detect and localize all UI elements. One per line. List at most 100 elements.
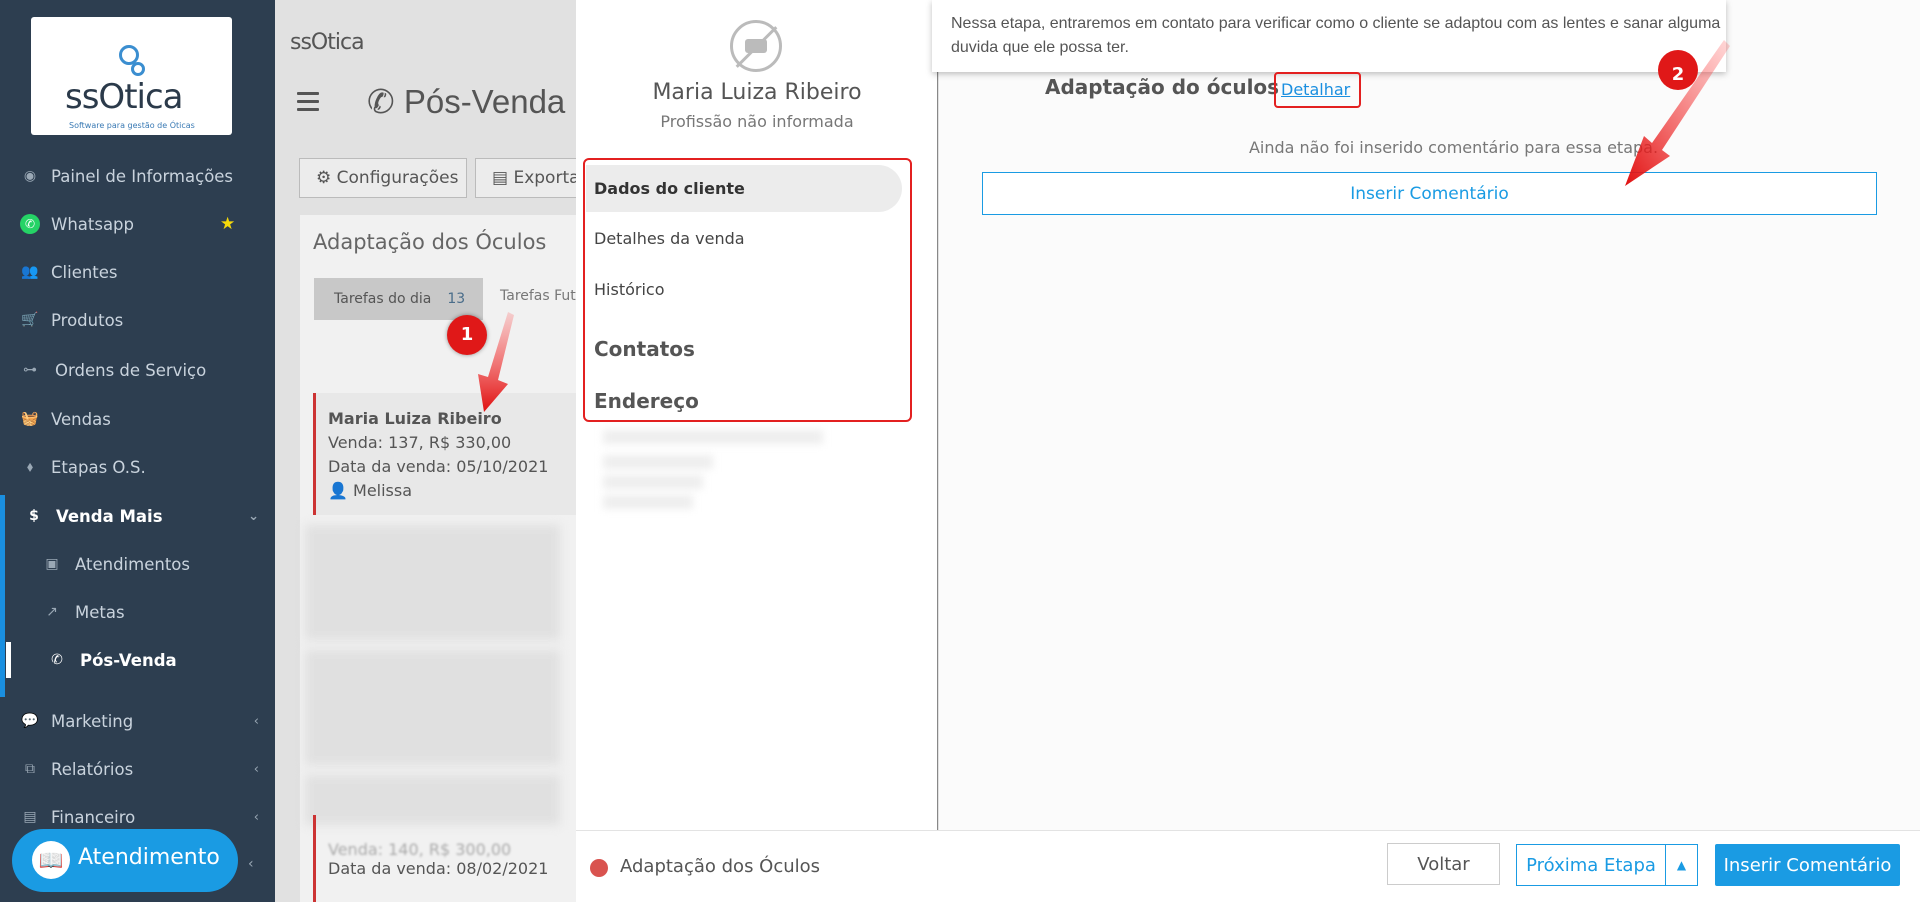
sidebar-item-label: Ordens de Serviço: [55, 360, 207, 380]
sidebar-item-clientes[interactable]: 👥 Clientes: [0, 254, 275, 290]
config-button[interactable]: ⚙ Configurações: [299, 158, 467, 198]
atendimento-label: Atendimento: [78, 845, 220, 870]
sidebar-item-atendimentos[interactable]: ▣ Atendimentos: [0, 546, 275, 582]
sidebar-item-label: Marketing: [51, 711, 134, 731]
insert-comment-button[interactable]: Inserir Comentário: [982, 172, 1877, 215]
tab-tarefas-futuras[interactable]: Tarefas Futu: [500, 288, 585, 304]
basket-icon: 🧺: [21, 411, 39, 427]
sidebar-item-label: Produtos: [51, 310, 124, 330]
chevron-left-icon: ‹: [253, 761, 259, 777]
user-icon: 👤: [328, 481, 354, 500]
sidebar-item-painel[interactable]: ◉ Painel de Informações: [0, 158, 275, 194]
task-card[interactable]: Maria Luiza Ribeiro Venda: 137, R$ 330,0…: [313, 393, 576, 515]
stage-title: Adaptação do óculos: [1045, 75, 1280, 99]
star-icon[interactable]: ★: [220, 214, 235, 234]
stage-detail-panel: [939, 0, 1920, 830]
task-date: Data da venda: 05/10/2021: [328, 457, 549, 476]
footer-insert-comment-button[interactable]: Inserir Comentário: [1715, 844, 1900, 886]
dashboard-icon: ◉: [23, 168, 37, 184]
blurred-text: [603, 475, 703, 489]
tab-count-badge: 13: [447, 291, 466, 307]
client-profession: Profissão não informada: [660, 112, 854, 131]
annotation-marker-1: 1: [447, 315, 487, 355]
blurred-text: [603, 430, 823, 444]
back-button[interactable]: Voltar: [1387, 843, 1500, 885]
logo-ring: [131, 62, 145, 76]
sidebar-item-whatsapp[interactable]: ✆ Whatsapp ★: [0, 206, 275, 242]
sidebar-item-venda-mais[interactable]: $ Venda Mais ⌄: [0, 498, 275, 534]
clipboard-icon: ▣: [45, 556, 59, 572]
task-client-name: Maria Luiza Ribeiro: [328, 409, 502, 428]
sidebar: ssOtica Software para gestão de Óticas ◉…: [0, 0, 275, 902]
chevron-left-icon: ‹: [253, 809, 259, 825]
no-photo-icon: [730, 20, 782, 72]
sidebar-item-produtos[interactable]: 🛒 Produtos: [0, 302, 275, 338]
task-sale: Venda: 137, R$ 330,00: [328, 433, 512, 452]
sidebar-item-pos-venda[interactable]: ✆ Pós-Venda: [0, 642, 275, 678]
logo-tagline: Software para gestão de Óticas: [69, 121, 195, 130]
stage-status-dot: [590, 859, 608, 877]
sidebar-item-ordens[interactable]: ⊶ Ordens de Serviço: [0, 352, 275, 388]
client-name: Maria Luiza Ribeiro: [652, 80, 862, 105]
sidebar-item-label: Painel de Informações: [51, 166, 234, 186]
page-title-text: Pós-Venda: [403, 83, 566, 120]
sidebar-item-marketing[interactable]: 💬 Marketing ‹: [0, 703, 275, 739]
task-date: Data da venda: 08/02/2021: [328, 859, 549, 878]
task-card[interactable]: Venda: 140, R$ 300,00 Data da venda: 08/…: [313, 815, 576, 902]
comments-icon: 💬: [21, 713, 39, 729]
export-button[interactable]: ▤ Exportar: [475, 158, 576, 198]
header-logo[interactable]: ssOtica: [290, 30, 365, 55]
annotation-highlight-box: [583, 158, 912, 422]
blurred-task-card: [305, 525, 560, 640]
sidebar-item-label: Venda Mais: [56, 506, 163, 526]
stage-info-tooltip: Nessa etapa, entraremos em contato para …: [932, 0, 1726, 72]
copy-icon: ⧉: [25, 761, 35, 777]
marker-label: 2: [1671, 64, 1685, 85]
phone-icon: ✆: [367, 83, 404, 120]
page-title: ✆ Pós-Venda: [367, 82, 565, 121]
tab-label: Tarefas do dia: [334, 291, 432, 307]
stage-column-title: Adaptação dos Óculos: [313, 230, 547, 254]
chevron-left-icon: ‹: [253, 713, 259, 729]
book-icon: 📖: [32, 841, 70, 879]
tab-tarefas-do-dia[interactable]: Tarefas do dia 13: [314, 278, 483, 320]
sidebar-item-vendas[interactable]: 🧺 Vendas: [0, 401, 275, 437]
sidebar-item-label: Pós-Venda: [80, 650, 177, 670]
chevron-left-icon[interactable]: ‹: [248, 856, 254, 872]
sidebar-item-label: Relatórios: [51, 759, 134, 779]
brand-logo[interactable]: ssOtica Software para gestão de Óticas: [31, 17, 232, 135]
sidebar-item-label: Financeiro: [51, 807, 136, 827]
glasses-icon: ⊶: [23, 362, 37, 378]
caret-up-icon[interactable]: ▲: [1665, 844, 1698, 886]
dollar-icon: $: [29, 508, 39, 524]
sidebar-item-label: Atendimentos: [75, 554, 190, 574]
export-label: Exportar: [513, 168, 576, 188]
cart-icon: 🛒: [21, 312, 39, 328]
annotation-marker-2: 2: [1658, 50, 1698, 90]
atendimento-button[interactable]: 📖 Atendimento: [12, 829, 238, 892]
logo-wordmark: ssOtica: [65, 77, 183, 117]
phone-icon: ✆: [51, 652, 63, 668]
users-icon: 👥: [21, 264, 39, 280]
task-sale: Venda: 140, R$ 300,00: [328, 840, 512, 859]
detalhar-link[interactable]: Detalhar: [1281, 80, 1350, 99]
sidebar-item-relatorios[interactable]: ⧉ Relatórios ‹: [0, 751, 275, 787]
task-seller: Melissa: [353, 481, 413, 500]
sidebar-item-label: Clientes: [51, 262, 118, 282]
next-stage-button[interactable]: Próxima Etapa: [1516, 844, 1666, 886]
menu-icon[interactable]: [297, 92, 319, 111]
gear-icon: ⚙: [316, 168, 337, 188]
footer-stage-name: Adaptação dos Óculos: [620, 856, 821, 877]
no-comment-message: Ainda não foi inserido comentário para e…: [1248, 138, 1659, 157]
sidebar-item-label: Etapas O.S.: [51, 457, 146, 477]
chart-icon: ↗: [46, 604, 58, 620]
blurred-text: [603, 455, 713, 469]
sidebar-item-label: Vendas: [51, 409, 111, 429]
config-label: Configurações: [336, 168, 459, 188]
whatsapp-icon: ✆: [20, 214, 40, 234]
sidebar-item-label: Whatsapp: [51, 214, 135, 234]
sidebar-item-label: Metas: [75, 602, 125, 622]
sidebar-item-etapas[interactable]: ⬧ Etapas O.S.: [0, 449, 275, 485]
sidebar-item-metas[interactable]: ↗ Metas: [0, 594, 275, 630]
blurred-task-card: [305, 650, 560, 765]
